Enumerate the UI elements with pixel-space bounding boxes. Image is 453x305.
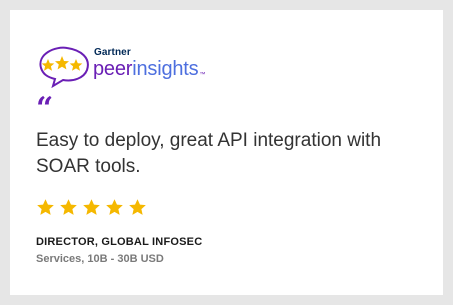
logo-product-part2: insights xyxy=(132,58,199,80)
rating-star-icon xyxy=(60,199,77,215)
rating-star-icon xyxy=(129,199,146,215)
logo-product-text: peerinsights™ xyxy=(93,57,205,87)
rating-star-icon xyxy=(37,199,54,215)
reviewer-role: DIRECTOR, GLOBAL INFOSEC xyxy=(36,236,203,248)
rating-star-icon xyxy=(106,199,123,215)
reviewer-company: Services, 10B - 30B USD xyxy=(36,253,164,265)
rating-star-icon xyxy=(83,199,100,215)
star-rating xyxy=(36,198,147,217)
logo-trademark: ™ xyxy=(199,72,206,78)
gartner-peer-insights-logo: Gartner peerinsights™ xyxy=(35,44,235,88)
logo-speech-bubble-stars-icon xyxy=(39,46,89,88)
review-quote-text: Easy to deploy, great API integration wi… xyxy=(36,130,382,177)
quote-mark-icon: “ xyxy=(36,91,54,126)
logo-product-part1: peer xyxy=(93,58,133,80)
review-card: Gartner peerinsights™ “ Easy to deploy, … xyxy=(10,10,443,295)
